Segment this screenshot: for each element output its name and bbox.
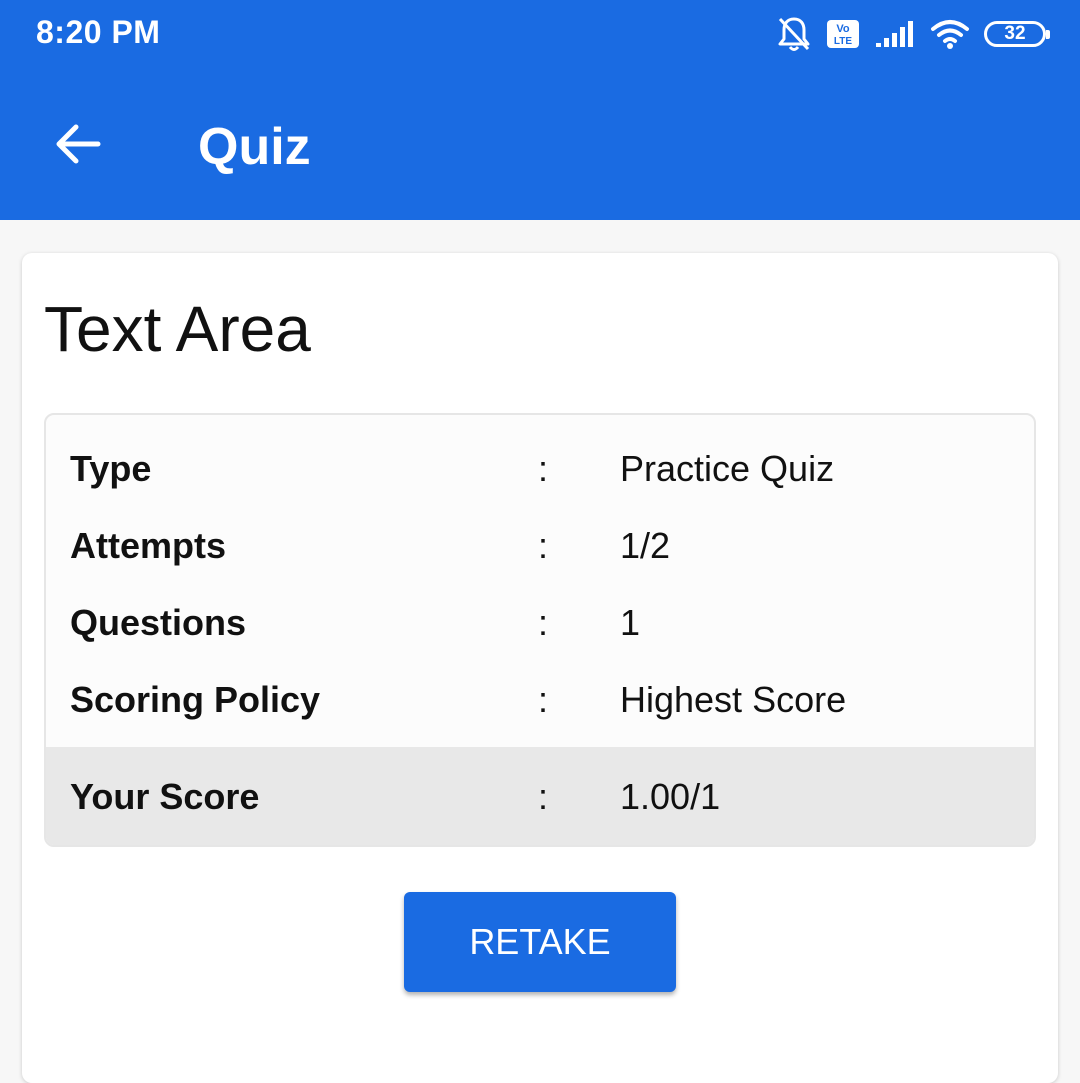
info-row-attempts: Attempts : 1/2 (46, 507, 1034, 584)
svg-text:Vo: Vo (836, 23, 850, 35)
info-label: Questions (70, 602, 247, 643)
info-separator: : (538, 448, 549, 489)
info-label: Type (70, 448, 152, 489)
bell-off-icon (776, 15, 812, 53)
score-value: 1.00/1 (620, 776, 721, 817)
arrow-left-icon (56, 124, 101, 164)
app-bar: 8:20 PM Vo LTE 32 Quiz (0, 0, 1080, 220)
info-separator: : (538, 679, 549, 720)
info-row-type: Type : Practice Quiz (46, 430, 1034, 507)
info-label: Scoring Policy (70, 679, 321, 720)
info-value: Practice Quiz (620, 448, 835, 489)
info-separator: : (538, 602, 549, 643)
score-label: Your Score (70, 776, 260, 817)
info-label: Attempts (70, 525, 227, 566)
wifi-icon (930, 18, 970, 50)
retake-button[interactable]: RETAKE (404, 892, 676, 992)
info-row-questions: Questions : 1 (46, 584, 1034, 661)
info-row-your-score: Your Score : 1.00/1 (46, 747, 1034, 845)
info-value: 1/2 (620, 525, 671, 566)
status-time: 8:20 PM (36, 14, 161, 50)
score-separator: : (538, 776, 549, 817)
quiz-card: Text Area Type : Practice Quiz Attempts … (22, 253, 1058, 1083)
signal-icon (874, 19, 916, 49)
svg-text:LTE: LTE (834, 36, 852, 47)
info-value: Highest Score (620, 679, 847, 720)
battery-icon: 32 (984, 21, 1050, 47)
info-row-scoring-policy: Scoring Policy : Highest Score (46, 661, 1034, 738)
battery-level: 32 (1004, 23, 1026, 44)
status-icons: Vo LTE 32 (776, 14, 1050, 54)
quiz-title: Text Area (44, 293, 311, 365)
quiz-info-table: Type : Practice Quiz Attempts : 1/2 Ques… (44, 413, 1036, 847)
info-separator: : (538, 525, 549, 566)
info-value: 1 (620, 602, 641, 643)
volte-icon: Vo LTE (826, 19, 860, 49)
back-button[interactable] (46, 112, 110, 176)
page-title: Quiz (198, 118, 311, 176)
